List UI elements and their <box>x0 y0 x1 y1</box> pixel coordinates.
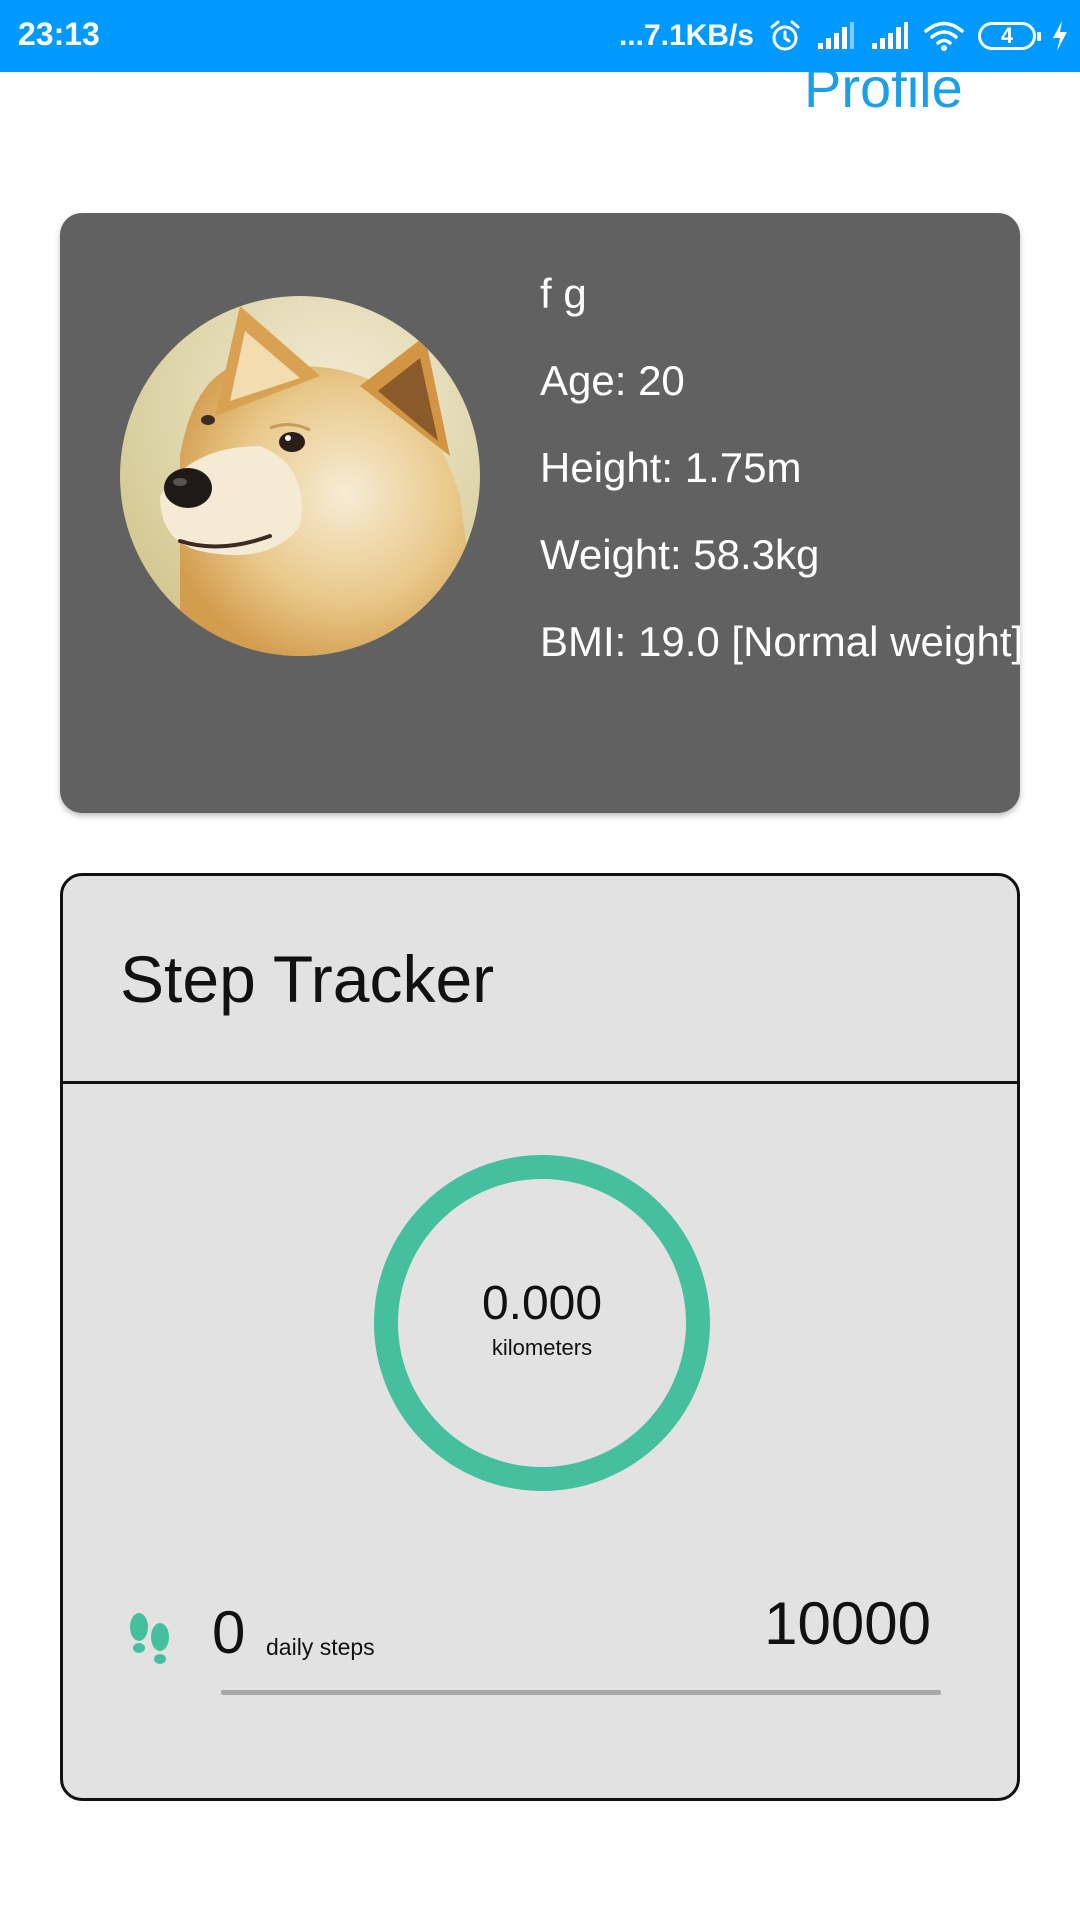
shiba-inu-dog-photo <box>120 296 480 656</box>
distance-ring: 0.000 kilometers <box>374 1155 710 1491</box>
profile-name: f g <box>540 270 587 317</box>
profile-weight: Weight: 58.3kg <box>540 531 820 578</box>
avatar[interactable] <box>120 296 480 656</box>
charging-icon <box>1050 20 1070 52</box>
signal-icon <box>816 21 856 51</box>
profile-card[interactable]: f g Age: 20 Height: 1.75m Weight: 58.3kg… <box>60 213 1020 813</box>
alarm-icon <box>768 19 802 53</box>
page-title: Profile <box>804 72 963 119</box>
steps-goal: 10000 <box>764 1590 931 1657</box>
status-bar: 23:13 ...7.1KB/s 4 <box>0 0 1080 72</box>
page-header: Profile <box>0 72 1080 152</box>
step-tracker-card[interactable]: Step Tracker 0.000 kilometers 0 daily st… <box>60 873 1020 1801</box>
wifi-icon <box>924 20 964 52</box>
step-tracker-title: Step Tracker <box>120 942 495 1016</box>
steps-progress-bar <box>221 1690 941 1695</box>
daily-steps-label: daily steps <box>266 1634 375 1660</box>
status-icons: ...7.1KB/s 4 <box>619 14 1070 58</box>
signal-icon <box>870 21 910 51</box>
status-time: 23:13 <box>18 16 100 52</box>
profile-bmi: BMI: 19.0 [Normal weight] <box>540 618 1020 665</box>
distance-unit: kilometers <box>491 1335 593 1360</box>
profile-height: Height: 1.75m <box>540 444 802 491</box>
daily-steps-count: 0 <box>212 1599 246 1666</box>
footsteps-icon <box>127 1611 173 1676</box>
profile-age: Age: 20 <box>540 357 685 404</box>
battery-icon: 4 <box>978 22 1041 50</box>
profile-info: f g Age: 20 Height: 1.75m Weight: 58.3kg… <box>540 273 1020 708</box>
distance-value: 0.000 <box>481 1277 603 1330</box>
network-speed: ...7.1KB/s <box>618 19 754 52</box>
step-tracker-header: Step Tracker <box>63 876 1017 1084</box>
